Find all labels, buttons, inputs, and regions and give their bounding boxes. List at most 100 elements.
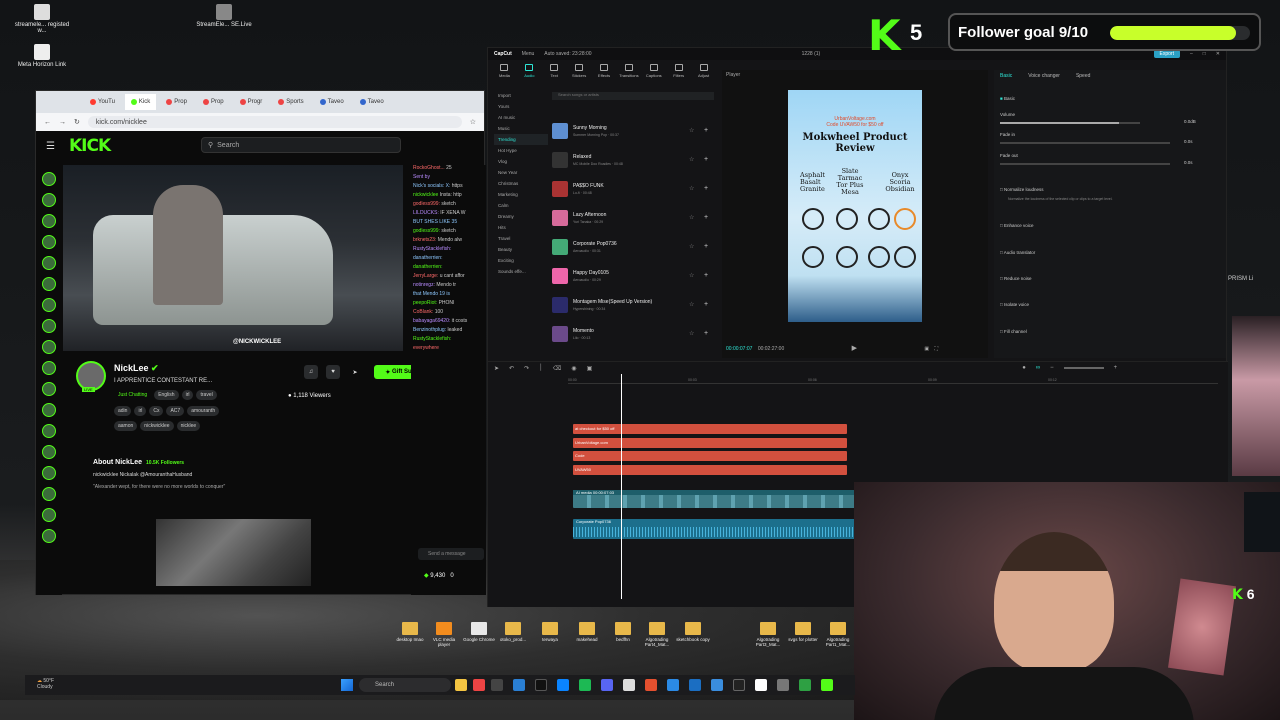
chat-message-input[interactable]: Send a message (418, 548, 484, 560)
mic-icon[interactable]: ● (1022, 365, 1026, 371)
fade-in-value[interactable]: 0.0s (1184, 139, 1193, 144)
desktop-folder[interactable]: Google Chrome (462, 622, 496, 642)
tag[interactable]: amouranth (187, 406, 220, 416)
steam-icon[interactable] (689, 679, 701, 691)
kick-logo[interactable]: KICK (69, 136, 111, 156)
chat-username[interactable]: brknets23: (413, 237, 436, 243)
desktop-folder[interactable]: otoko_prod... (496, 622, 530, 642)
chat-username[interactable]: LILDUCKS: (413, 210, 439, 216)
desktop-folder[interactable]: makehead (570, 622, 604, 642)
toolbar-tab-stickers[interactable]: Stickers (569, 64, 590, 84)
address-bar[interactable]: kick.com/nicklee (87, 116, 462, 128)
category-item[interactable]: Music (494, 123, 548, 134)
category-item[interactable]: Beauty (494, 244, 548, 255)
desktop-folder[interactable]: Algotrading Part1_Mat... (821, 622, 855, 647)
browser-tab[interactable]: Progr (234, 94, 269, 110)
maximize-icon[interactable]: □ (1203, 51, 1206, 57)
app-icon[interactable] (557, 679, 569, 691)
app-icon[interactable] (491, 679, 503, 691)
basic-section-header[interactable]: ■ Basic (1000, 96, 1015, 101)
isolate-voice-row[interactable]: □ Isolate voice (1000, 302, 1029, 307)
audio-search-input[interactable]: Search songs or artists (552, 92, 714, 100)
reduce-noise-row[interactable]: □ Reduce noise (1000, 276, 1032, 281)
tab-basic[interactable]: Basic (1000, 73, 1012, 79)
enhance-voice-row[interactable]: □ Enhance voice (1000, 223, 1034, 228)
obs-icon[interactable] (623, 679, 635, 691)
fill-channel-row[interactable]: □ Fill channel (1000, 329, 1027, 334)
desktop-folder[interactable]: Algotrading Part4_Mat... (640, 622, 674, 647)
toolbar-tab-filters[interactable]: Filters (668, 64, 689, 84)
chat-username[interactable]: RockoGhost... (413, 165, 445, 171)
audio-track-item[interactable]: Relaxed MC Mobile Doo Roadies · 00:48 ☆ + (552, 145, 714, 174)
discord-icon[interactable] (601, 679, 613, 691)
file-explorer-icon[interactable] (455, 679, 467, 691)
favorite-star-icon[interactable]: ☆ (689, 214, 699, 221)
add-track-icon[interactable]: + (704, 243, 714, 250)
add-track-icon[interactable]: + (704, 301, 714, 308)
followed-channel-avatar[interactable] (42, 382, 56, 396)
chat-username[interactable]: danatherrien: (413, 264, 442, 270)
tag[interactable]: travel (196, 390, 217, 400)
audio-track-item[interactable]: PA$$O FUNK Lo-fi · 00:48 ☆ + (552, 174, 714, 203)
audio-track-item[interactable]: Momento Lilo · 00:13 ☆ + (552, 319, 714, 348)
tag[interactable]: aamon (114, 421, 138, 431)
followed-channel-avatar[interactable] (42, 529, 56, 543)
normalize-row[interactable]: □ Normalize loudness (1000, 187, 1044, 192)
toolbar-tab-audio[interactable]: Audio (519, 64, 540, 84)
chat-username[interactable]: godless999: (413, 201, 440, 207)
desktop-icon-se-live[interactable]: StreamEle... SE.Live (196, 4, 252, 28)
favorite-star-icon[interactable]: ☆ (689, 156, 699, 163)
fullscreen-icon[interactable]: ⛶ (935, 346, 939, 352)
chat-username[interactable]: notinregz: (413, 282, 435, 288)
menu-button[interactable]: Menu (522, 51, 535, 57)
zoom-out-icon[interactable]: − (1050, 365, 1054, 371)
category-item[interactable]: Christmas (494, 178, 548, 189)
minimize-icon[interactable]: – (1190, 51, 1193, 57)
fade-out-slider[interactable] (1000, 163, 1170, 165)
chat-username[interactable]: RustyStacklefish: (413, 246, 451, 252)
chat-username[interactable]: everywhere (413, 345, 439, 351)
taskbar-search[interactable]: Search (359, 678, 451, 692)
fade-in-slider[interactable] (1000, 142, 1170, 144)
audio-clip[interactable]: Corporate Pop0736 (573, 519, 855, 539)
desktop-icon-streamelements[interactable]: streamele... registed w... (14, 4, 70, 34)
add-track-icon[interactable]: + (704, 214, 714, 221)
windows-start-button[interactable] (341, 679, 353, 691)
reload-icon[interactable]: ↻ (74, 118, 80, 126)
favorite-star-icon[interactable]: ☆ (689, 127, 699, 134)
zoom-slider[interactable] (1063, 367, 1104, 369)
kick-search-input[interactable]: ⚲ Search (201, 137, 401, 153)
followed-channel-avatar[interactable] (42, 277, 56, 291)
followed-channel-avatar[interactable] (42, 298, 56, 312)
audio-track-item[interactable]: Corporate Pop0736 Aeroaudio · 00:31 ☆ + (552, 232, 714, 261)
browser-tab[interactable]: YouTu (84, 94, 121, 110)
chat-username[interactable]: that Mendo 19 is (413, 291, 450, 297)
followed-channel-avatar[interactable] (42, 403, 56, 417)
followed-channel-avatar[interactable] (42, 256, 56, 270)
video-clip[interactable]: AI media 00:00:07:03 (573, 490, 855, 508)
tag[interactable]: irl (134, 406, 147, 416)
browser-tab[interactable]: Taveo (354, 94, 390, 110)
weather-widget[interactable]: ☁ 50°F Cloudy (37, 678, 54, 690)
heart-icon[interactable]: ♥ (326, 365, 340, 379)
undo-icon[interactable]: ↶ (509, 365, 514, 372)
audio-translator-row[interactable]: □ Audio translator (1000, 250, 1035, 255)
category-item[interactable]: Calm (494, 200, 548, 211)
category-item[interactable]: Yours (494, 101, 548, 112)
category-tag[interactable]: Just Chatting (114, 390, 151, 400)
terminal-icon[interactable] (733, 679, 745, 691)
tab-voice-changer[interactable]: Voice changer (1028, 73, 1060, 79)
favorite-star-icon[interactable]: ☆ (689, 301, 699, 308)
followed-channel-avatar[interactable] (42, 361, 56, 375)
app-icon[interactable] (645, 679, 657, 691)
app-icon[interactable] (799, 679, 811, 691)
add-track-icon[interactable]: + (704, 127, 714, 134)
category-item[interactable]: Hits (494, 222, 548, 233)
category-item[interactable]: Travel (494, 233, 548, 244)
desktop-icon-meta-horizon[interactable]: Meta Horizon Link (14, 44, 70, 68)
freeze-icon[interactable]: ◉ (571, 365, 576, 372)
app-icon[interactable] (711, 679, 723, 691)
ratio-icon[interactable]: ▣ (924, 346, 929, 352)
delete-icon[interactable]: ⌫ (553, 365, 561, 372)
forward-icon[interactable]: → (59, 119, 66, 126)
